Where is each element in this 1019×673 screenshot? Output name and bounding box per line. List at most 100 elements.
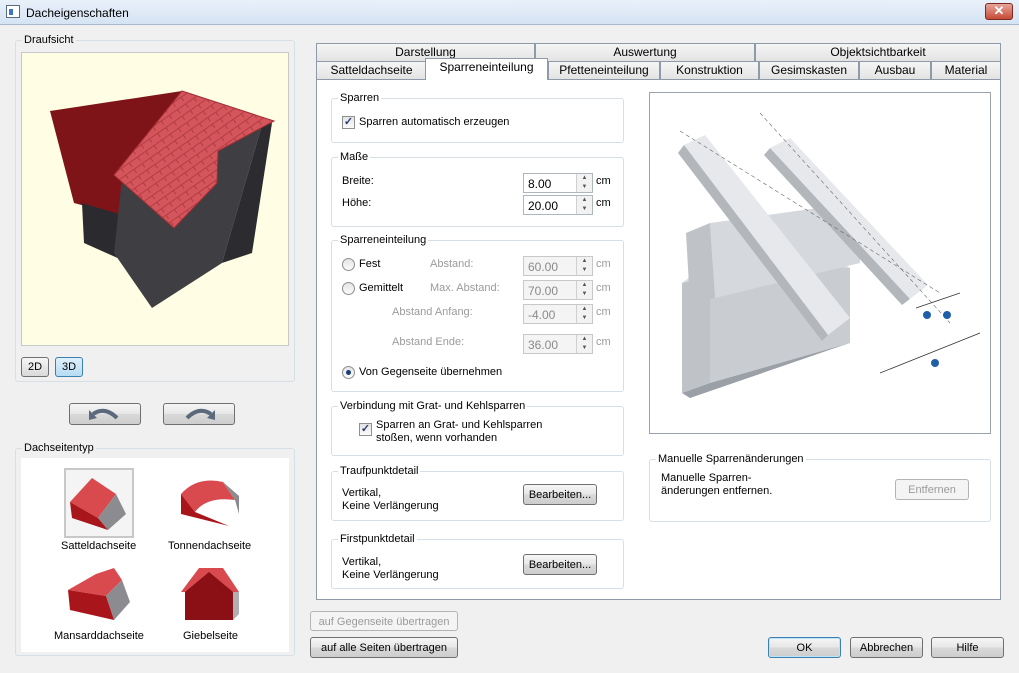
abstand-ende-input[interactable]: 36.00 ▲ ▼ [523,334,593,354]
tab-konstruktion[interactable]: Konstruktion [660,61,759,79]
traufpunkt-edit-button[interactable]: Bearbeiten... [523,484,597,505]
giebel-label: Giebelseite [183,630,239,642]
spin-down-icon[interactable]: ▼ [577,314,592,323]
manuell-text-1: Manuelle Sparren- [661,472,752,484]
auto-sparren-checkbox[interactable]: ✓ [342,116,355,129]
entfernen-button[interactable]: Entfernen [895,479,969,500]
hoehe-label: Höhe: [342,197,372,209]
tonnendach-icon [181,480,239,526]
abstand-anfang-unit: cm [596,306,611,318]
spin-down-icon[interactable]: ▼ [577,183,592,192]
traufpunkt-line2: Keine Verlängerung [342,500,439,512]
max-abstand-input[interactable]: 70.00 ▲ ▼ [523,280,593,300]
grat-kehl-label-2: stoßen, wenn vorhanden [376,432,498,444]
tab-gesimskasten[interactable]: Gesimskasten [759,61,859,79]
rafter-diagram [678,112,981,398]
sparren-title: Sparren [338,92,382,104]
dimension-marker [923,311,931,319]
spin-up-icon[interactable]: ▲ [577,305,592,314]
abstand-ende-label: Abstand Ende: [392,336,465,348]
spin-up-icon[interactable]: ▲ [577,335,592,344]
tab-pfetteneinteilung[interactable]: Pfetteneinteilung [548,61,660,79]
verbindung-title: Verbindung mit Grat- und Kehlsparren [338,400,528,412]
roof-3d-model [50,90,276,308]
manuell-text-2: änderungen entfernen. [661,485,773,497]
tab-sparreneinteilung[interactable]: Sparreneinteilung [425,58,548,80]
tab-material[interactable]: Material [931,61,1001,79]
breite-input[interactable]: 8.00 ▲ ▼ [523,173,593,193]
spin-up-icon[interactable]: ▲ [577,174,592,183]
max-abstand-label: Max. Abstand: [430,282,500,294]
tonnendach-label: Tonnendachseite [168,540,252,552]
tab-objektsichtbarkeit[interactable]: Objektsichtbarkeit [755,43,1001,61]
abstand-label: Abstand: [430,258,474,270]
grat-kehl-checkbox[interactable]: ✓ [359,423,372,436]
rotate-right-icon [185,408,215,420]
fest-radio[interactable] [342,258,355,271]
tab-satteldachseite[interactable]: Satteldachseite [316,61,427,79]
abstand-input[interactable]: 60.00 ▲ ▼ [523,256,593,276]
einteilung-title: Sparreneinteilung [338,234,429,246]
abstand-anfang-input[interactable]: -4.00 ▲ ▼ [523,304,593,324]
satteldach-icon [70,478,126,530]
firstpunkt-edit-button[interactable]: Bearbeiten... [523,554,597,575]
draufsicht-title: Draufsicht [22,34,76,46]
help-button[interactable]: Hilfe [931,637,1004,658]
spin-up-icon[interactable]: ▲ [577,196,592,205]
auto-sparren-label: Sparren automatisch erzeugen [359,116,510,128]
ok-button[interactable]: OK [768,637,841,658]
view-3d-button[interactable]: 3D [55,357,83,377]
traufpunkt-line1: Vertikal, [342,487,382,499]
spin-up-icon[interactable]: ▲ [577,257,592,266]
grat-kehl-label-1: Sparren an Grat- und Kehlsparren [376,419,543,431]
firstpunkt-line1: Vertikal, [342,556,382,568]
dachseitentyp-title: Dachseitentyp [22,442,96,454]
roof-type-satteldach[interactable] [64,468,134,538]
spin-down-icon[interactable]: ▼ [577,290,592,299]
roof-type-panel [21,458,289,652]
hoehe-unit: cm [596,197,611,209]
gemittelt-radio[interactable] [342,282,355,295]
verbindung-group: Verbindung mit Grat- und Kehlsparren [331,400,624,456]
satteldach-label: Satteldachseite [61,540,137,552]
max-abstand-unit: cm [596,282,611,294]
firstpunkt-title: Firstpunktdetail [338,533,417,545]
roof-3d-preview[interactable] [21,52,289,346]
gegenseite-label: Von Gegenseite übernehmen [359,366,503,378]
traufpunkt-title: Traufpunktdetail [338,465,421,477]
abstand-anfang-label: Abstand Anfang: [392,306,473,318]
spin-down-icon[interactable]: ▼ [577,205,592,214]
tab-auswertung[interactable]: Auswertung [535,43,755,61]
rotate-left-button[interactable] [69,403,141,425]
spin-up-icon[interactable]: ▲ [577,281,592,290]
tab-ausbau[interactable]: Ausbau [859,61,931,79]
rotate-left-icon [89,408,119,420]
cancel-button[interactable]: Abbrechen [850,637,923,658]
manuell-title: Manuelle Sparrenänderungen [656,453,806,465]
app-icon [6,5,20,18]
dimension-marker [931,359,939,367]
rafter-illustration [649,92,991,434]
window-title: Dacheigenschaften [26,6,129,20]
abstand-ende-unit: cm [596,336,611,348]
abstand-unit: cm [596,258,611,270]
mansarddach-icon [68,568,130,620]
transfer-opposite-button[interactable]: auf Gegenseite übertragen [310,611,458,631]
gemittelt-label: Gemittelt [359,282,404,294]
breite-label: Breite: [342,175,374,187]
mansarddach-label: Mansarddachseite [54,630,144,642]
rotate-right-button[interactable] [163,403,235,425]
roof-type-giebel[interactable] [177,562,241,626]
transfer-all-button[interactable]: auf alle Seiten übertragen [310,637,458,658]
hoehe-input[interactable]: 20.00 ▲ ▼ [523,195,593,215]
roof-type-tonnendach[interactable] [177,470,241,536]
spin-down-icon[interactable]: ▼ [577,344,592,353]
masse-title: Maße [338,151,371,163]
spin-down-icon[interactable]: ▼ [577,266,592,275]
title-bar: Dacheigenschaften ✕ [0,0,1019,25]
roof-type-mansarddach[interactable] [66,562,132,626]
close-button[interactable]: ✕ [985,3,1013,20]
gegenseite-radio[interactable] [342,366,355,379]
view-2d-button[interactable]: 2D [21,357,49,377]
dimension-marker [943,311,951,319]
